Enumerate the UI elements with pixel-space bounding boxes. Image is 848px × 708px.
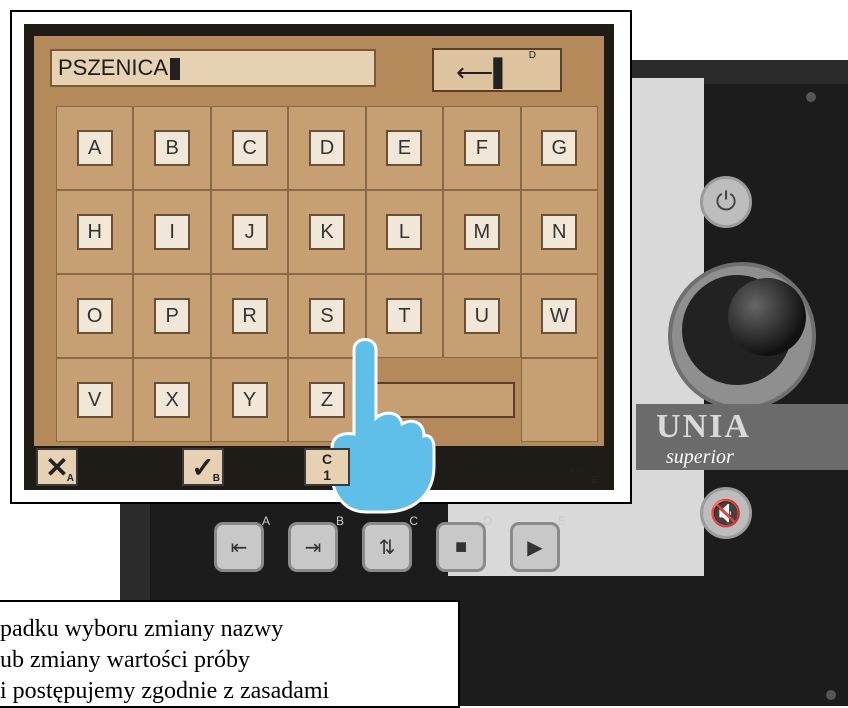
hw-button-letter: E [557,514,566,528]
case-toggle-softkey[interactable]: C 1 [304,448,350,486]
key[interactable]: P [154,298,191,334]
key[interactable]: F [463,130,500,166]
caption-line: i postępujemy zgodnie z zasadami [0,678,330,704]
key-cell: R [210,274,289,358]
play-icon: ▶ [527,536,543,559]
softkey-letter: B [212,473,220,484]
name-input-value: PSZENICA [58,55,169,80]
key-cell: M [443,190,521,274]
softkey-letter: E [591,475,598,486]
key[interactable]: U [463,298,500,334]
key-cell: E [365,106,444,190]
key-cell: H [56,190,134,274]
key[interactable]: E [386,130,423,166]
key-cell: L [365,190,444,274]
key-cell: J [210,190,289,274]
exit-icon: ⇤ [230,536,248,559]
hw-button-letter: A [261,514,270,528]
key[interactable]: K [308,214,345,250]
x-icon: ✕ [45,451,69,483]
up-down-icon: ⇅ [378,536,396,559]
softkey-letter: A [66,473,74,484]
hw-button-b[interactable]: ⇥ B [288,514,344,572]
case-bottom-label: 1 [323,467,331,483]
key[interactable]: G [541,130,578,166]
key-cell: I [133,190,211,274]
brand-plate: UNIA superior [636,404,848,470]
key-cell: P [133,274,211,358]
key[interactable]: N [541,214,578,250]
hardware-buttons: ⇤ A ⇥ B ⇅ C ■ D ▶ E [214,514,566,572]
screw-icon [806,92,816,102]
key-cell: Y [210,358,289,442]
key[interactable]: I [154,214,191,250]
keyboard-screen: PSZENICA ⟵▌ D A B C D E F G H I J K L M … [34,36,604,514]
hw-button-d[interactable]: ■ D [436,514,492,572]
brand-subtitle: superior [666,446,734,468]
cancel-softkey[interactable]: ✕ A [36,448,78,486]
key[interactable]: H [76,214,113,250]
hw-button-letter: D [483,514,492,528]
key[interactable]: J [231,214,268,250]
key[interactable]: R [231,298,268,334]
key-cell: W [520,274,598,358]
caption-line: ub zmiany wartości próby [0,647,250,673]
enter-icon: ⇥ [304,536,322,559]
screw-icon [826,690,836,700]
key-cell: V [56,358,134,442]
key[interactable]: W [541,298,578,334]
joystick-icon: ↔ [566,454,588,479]
check-icon: ✓ [191,451,215,483]
backspace-letter: D [528,50,536,61]
power-icon: ⏻ [715,186,737,216]
key-cell: X [133,358,211,442]
key-cell: G [520,106,598,190]
case-top-label: C [321,451,333,467]
screen-frame: PSZENICA ⟵▌ D A B C D E F G H I J K L M … [10,10,632,514]
softkey-bar: ✕ A ✓ B C 1 ↔ E [34,448,604,488]
key[interactable]: T [386,298,423,334]
key[interactable]: D [308,130,345,166]
hw-button-c[interactable]: ⇅ C [362,514,418,572]
key-cell [520,358,598,442]
stop-icon: ■ [454,535,468,558]
key[interactable]: L [386,214,423,250]
key[interactable]: C [231,130,268,166]
key-cell: C [210,106,289,190]
brand-logo: UNIA [656,408,751,445]
confirm-softkey[interactable]: ✓ B [182,448,224,486]
key[interactable]: B [154,130,191,166]
caption-box: padku wyboru zmiany nazwy ub zmiany wart… [0,600,460,708]
caption-line: padku wyboru zmiany nazwy [0,616,284,642]
power-button[interactable]: ⏻ [700,176,752,228]
key[interactable]: A [76,130,113,166]
key-cell: D [288,106,366,190]
text-cursor [170,58,181,81]
backspace-button[interactable]: ⟵▌ D [432,48,562,92]
hw-button-a[interactable]: ⇤ A [214,514,270,572]
pointer-hand-icon [326,336,436,521]
key-cell: A [56,106,134,190]
key[interactable]: O [76,298,113,334]
key-cell: N [520,190,598,274]
joystick-hint: ↔ E [554,448,600,486]
mute-button[interactable]: 🔇 [700,487,752,539]
left-arrow-icon: ⟵▌ [456,57,512,87]
key-cell: K [288,190,366,274]
joystick-knob[interactable] [728,278,806,356]
key-cell: F [443,106,521,190]
key[interactable]: X [154,382,191,418]
key-cell: B [133,106,211,190]
lcd-screen: PSZENICA ⟵▌ D A B C D E F G H I J K L M … [24,24,614,514]
mute-icon: 🔇 [709,497,743,528]
name-input[interactable]: PSZENICA [50,49,376,87]
key[interactable]: S [308,298,345,334]
key[interactable]: M [463,214,500,250]
key[interactable]: V [76,382,113,418]
hw-button-e[interactable]: ▶ E [510,514,566,572]
key-cell: U [443,274,521,358]
key-cell: O [56,274,134,358]
key[interactable]: Y [231,382,268,418]
